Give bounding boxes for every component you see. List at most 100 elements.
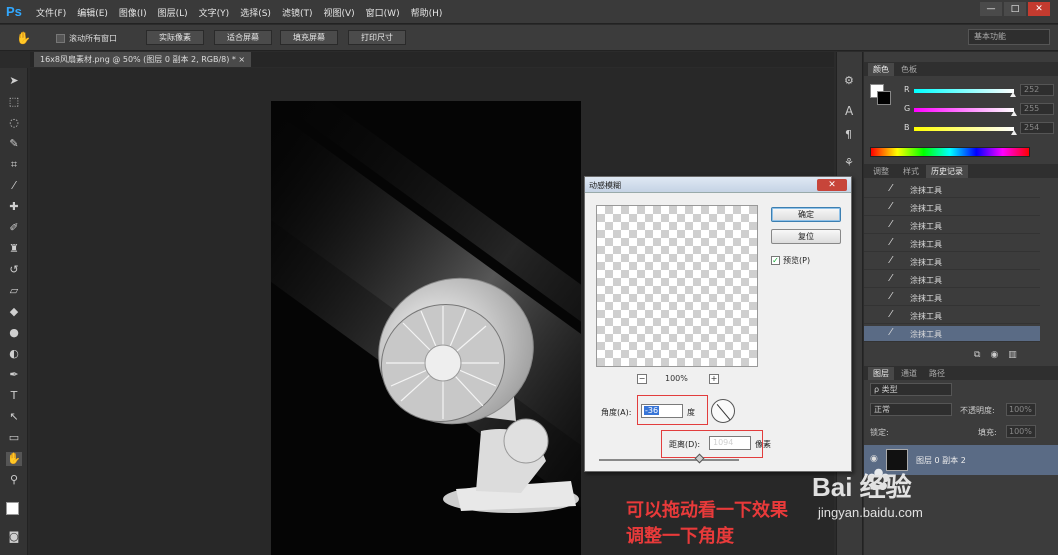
move-tool-icon[interactable]: ➤ [6, 74, 22, 88]
tab-adjustments[interactable]: 调整 [868, 165, 894, 178]
history-item[interactable]: ⁄ 涂抹工具 [864, 272, 1040, 288]
history-item[interactable]: ⁄ 涂抹工具 [864, 236, 1040, 252]
scroll-all-windows[interactable]: 滚动所有窗口 [56, 33, 117, 44]
dialog-titlebar[interactable]: 动感模糊 ✕ [585, 177, 851, 193]
history-brush-icon[interactable]: ↺ [6, 263, 22, 277]
history-item[interactable]: ⁄ 涂抹工具 [864, 200, 1040, 216]
slider-blue-value[interactable]: 254 [1020, 122, 1054, 134]
fill-input[interactable]: 100% [1006, 425, 1036, 438]
menu-image[interactable]: 图像(I) [119, 6, 147, 19]
preview-toggle[interactable]: ✓ 预览(P) [771, 255, 810, 266]
dialog-close-button[interactable]: ✕ [817, 179, 847, 191]
layer-filter-select[interactable]: ρ 类型 [870, 383, 952, 396]
marquee-tool-icon[interactable]: ⬚ [6, 95, 22, 109]
character-panel-icon[interactable]: A [845, 104, 853, 118]
reset-button[interactable]: 复位 [771, 229, 841, 244]
tab-layers[interactable]: 图层 [868, 367, 894, 380]
paragraph-panel-icon[interactable]: ¶ [845, 128, 852, 141]
tab-paths[interactable]: 路径 [924, 367, 950, 380]
zoom-out-button[interactable]: − [637, 374, 647, 384]
tab-styles[interactable]: 样式 [898, 165, 924, 178]
menu-layer[interactable]: 图层(L) [158, 6, 188, 19]
window-close-button[interactable]: ✕ [1028, 2, 1050, 16]
minimize-button[interactable]: — [980, 2, 1002, 16]
dodge-tool-icon[interactable]: ◐ [6, 347, 22, 361]
angle-highlight-box [637, 395, 708, 425]
hand-tool-icon[interactable]: ✋ [16, 31, 31, 45]
menu-edit[interactable]: 编辑(E) [77, 6, 108, 19]
slider-red[interactable]: R 252 [904, 84, 1054, 97]
slider-blue[interactable]: B 254 [904, 122, 1054, 135]
menu-filter[interactable]: 滤镜(T) [282, 6, 313, 19]
zoom-tool-icon[interactable]: ⚲ [6, 473, 22, 487]
scroll-all-checkbox[interactable] [56, 34, 65, 43]
ok-button[interactable]: 确定 [771, 207, 841, 222]
history-footer: ⧉ ◉ ▥ [974, 350, 1017, 360]
healing-brush-icon[interactable]: ✚ [6, 200, 22, 214]
color-spectrum-bar[interactable] [870, 147, 1030, 157]
history-item[interactable]: ⁄ 涂抹工具 [864, 254, 1040, 270]
history-item[interactable]: ⁄ 涂抹工具 [864, 308, 1040, 324]
fill-screen-button[interactable]: 填充屏幕 [280, 30, 338, 45]
path-select-icon[interactable]: ↖ [6, 410, 22, 424]
pen-tool-icon[interactable]: ✒ [6, 368, 22, 382]
trash-icon[interactable]: ▥ [1008, 350, 1017, 360]
tab-channels[interactable]: 通道 [896, 367, 922, 380]
history-item[interactable]: ⁄ 涂抹工具 [864, 218, 1040, 234]
distance-slider[interactable] [599, 459, 739, 461]
document-tab[interactable]: 16x8风扇素材.png @ 50% (图层 0 副本 2, RGB/8) * … [34, 52, 252, 67]
menu-view[interactable]: 视图(V) [323, 6, 354, 19]
lasso-tool-icon[interactable]: ◌ [6, 116, 22, 130]
slider-green[interactable]: G 255 [904, 103, 1054, 116]
history-item-active[interactable]: ⁄ 涂抹工具 [864, 326, 1040, 342]
paint-bucket-icon[interactable]: ◆ [6, 305, 22, 319]
menu-file[interactable]: 文件(F) [36, 6, 66, 19]
clone-source-icon[interactable]: ⚘ [844, 156, 854, 169]
eraser-tool-icon[interactable]: ▱ [6, 284, 22, 298]
brush-tool-icon[interactable]: ✐ [6, 221, 22, 235]
angle-dial[interactable] [711, 399, 735, 423]
slider-green-value[interactable]: 255 [1020, 103, 1054, 115]
slider-green-thumb[interactable] [1011, 111, 1017, 116]
tab-swatches[interactable]: 色板 [896, 63, 922, 76]
camera-icon[interactable]: ◉ [990, 350, 998, 360]
clone-stamp-icon[interactable]: ♜ [6, 242, 22, 256]
tab-color[interactable]: 颜色 [868, 63, 894, 76]
slider-red-value[interactable]: 252 [1020, 84, 1054, 96]
restore-button[interactable]: □ [1004, 2, 1026, 16]
opacity-input[interactable]: 100% [1006, 403, 1036, 416]
menu-type[interactable]: 文字(Y) [199, 6, 230, 19]
document-image[interactable] [271, 101, 581, 555]
foreground-color-swatch[interactable] [6, 502, 19, 515]
slider-blue-track[interactable] [914, 127, 1014, 131]
history-item[interactable]: ⁄ 涂抹工具 [864, 182, 1040, 198]
zoom-in-button[interactable]: + [709, 374, 719, 384]
rectangle-tool-icon[interactable]: ▭ [6, 431, 22, 445]
fit-screen-button[interactable]: 适合屏幕 [214, 30, 272, 45]
actual-pixels-button[interactable]: 实际像素 [146, 30, 204, 45]
history-item[interactable]: ⁄ 涂抹工具 [864, 290, 1040, 306]
crop-tool-icon[interactable]: ⌗ [6, 158, 22, 172]
slider-red-thumb[interactable] [1010, 92, 1016, 97]
slider-green-track[interactable] [914, 108, 1014, 112]
brush-presets-icon[interactable]: ⚙ [844, 74, 854, 87]
print-size-button[interactable]: 打印尺寸 [348, 30, 406, 45]
slider-blue-thumb[interactable] [1010, 130, 1017, 135]
blur-tool-icon[interactable]: ● [6, 326, 22, 340]
blur-preview-canvas[interactable] [596, 205, 758, 367]
new-snapshot-icon[interactable]: ⧉ [974, 350, 980, 360]
menu-select[interactable]: 选择(S) [240, 6, 271, 19]
slider-red-track[interactable] [914, 89, 1014, 93]
workspace-select[interactable]: 基本功能 [968, 29, 1050, 45]
color-background-swatch[interactable] [877, 91, 891, 105]
quick-select-tool-icon[interactable]: ✎ [6, 137, 22, 151]
eyedropper-tool-icon[interactable]: ⁄ [6, 179, 22, 193]
menu-help[interactable]: 帮助(H) [411, 6, 443, 19]
preview-checkbox[interactable]: ✓ [771, 256, 780, 265]
blend-mode-select[interactable]: 正常 [870, 403, 952, 416]
hand-tool-icon[interactable]: ✋ [6, 452, 22, 466]
tab-history[interactable]: 历史记录 [926, 165, 968, 178]
quick-mask-icon[interactable]: ◙ [6, 530, 22, 544]
type-tool-icon[interactable]: T [6, 389, 22, 403]
menu-window[interactable]: 窗口(W) [366, 6, 400, 19]
